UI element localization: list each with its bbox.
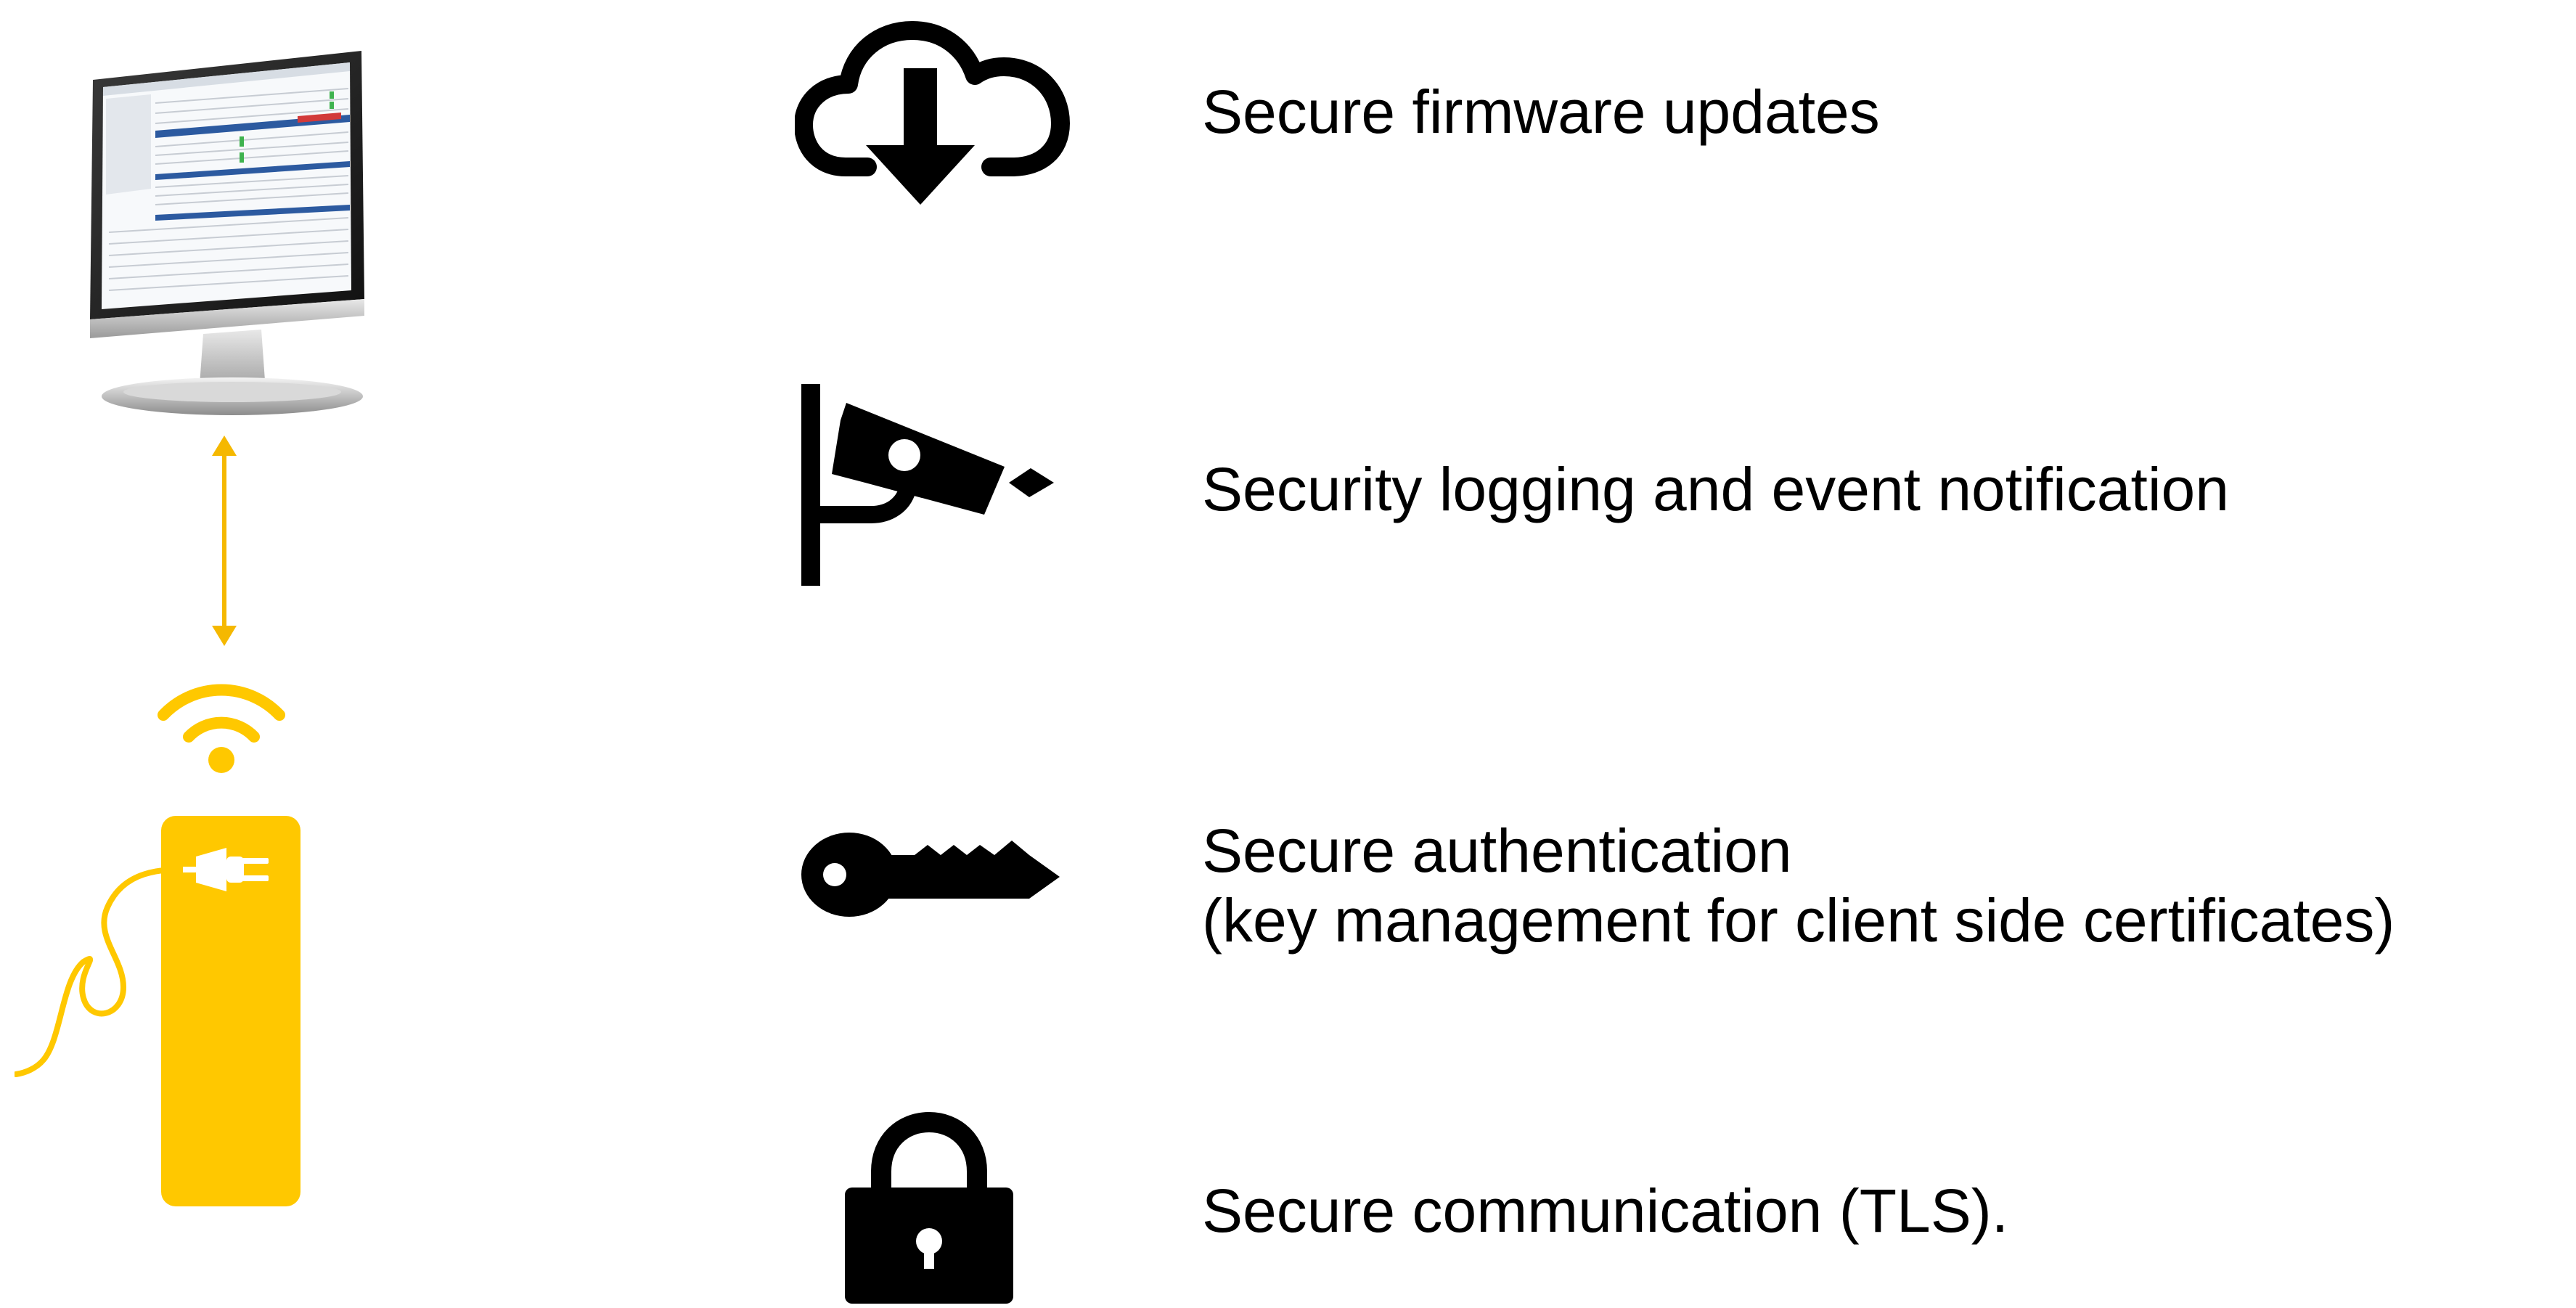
feature-secure-communication: Secure communication (TLS). bbox=[1202, 1176, 2008, 1246]
feature-secure-authentication: Secure authentication (key management fo… bbox=[1202, 816, 2395, 955]
feature-label: Secure communication (TLS). bbox=[1202, 1177, 2009, 1245]
padlock-icon bbox=[835, 1111, 1023, 1307]
monitor-icon bbox=[80, 44, 370, 421]
security-camera-icon bbox=[798, 381, 1060, 592]
feature-firmware-updates: Secure firmware updates bbox=[1202, 77, 1880, 147]
feature-label: Secure authentication bbox=[1202, 817, 1792, 885]
feature-label: Secure firmware updates bbox=[1202, 78, 1880, 146]
feature-sublabel: (key management for client side certific… bbox=[1202, 886, 2395, 955]
feature-label: Security logging and event notification bbox=[1202, 455, 2229, 523]
wifi-icon bbox=[149, 664, 294, 777]
double-arrow-icon bbox=[206, 436, 242, 646]
feature-security-logging: Security logging and event notification bbox=[1202, 454, 2229, 524]
ev-charger-icon bbox=[15, 806, 319, 1212]
cloud-download-icon bbox=[795, 15, 1071, 210]
key-icon bbox=[798, 820, 1060, 929]
